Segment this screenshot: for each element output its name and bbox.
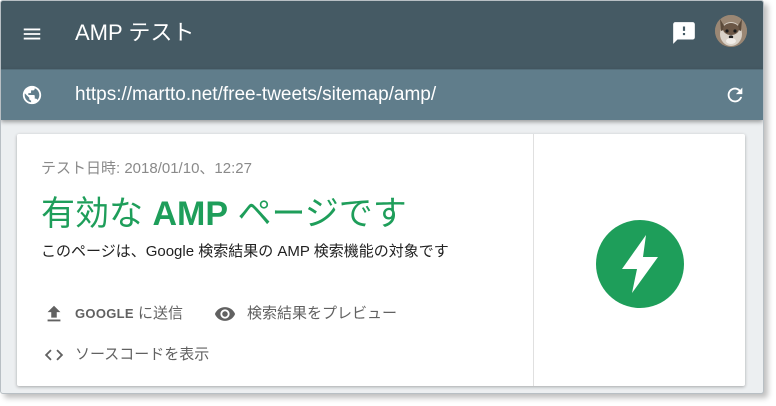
code-icon xyxy=(44,349,64,361)
globe-icon xyxy=(22,85,42,105)
submit-label-rest: に送信 xyxy=(133,305,184,322)
dog-avatar-image xyxy=(715,15,747,47)
menu-button[interactable] xyxy=(21,23,43,45)
result-heading: 有効な AMP ページです xyxy=(41,194,407,234)
result-card: テスト日時: 2018/01/10、12:27 有効な AMP ページです この… xyxy=(17,134,745,386)
app-window: AMP テスト https://martto.net/free-tweets/s… xyxy=(0,0,764,394)
url-display[interactable]: https://martto.net/free-tweets/sitemap/a… xyxy=(75,83,436,107)
view-source-button[interactable]: ソースコードを表示 xyxy=(43,344,209,366)
app-title: AMP テスト xyxy=(75,20,195,45)
url-bar: https://martto.net/free-tweets/sitemap/a… xyxy=(1,69,763,120)
result-heading-suffix: ページです xyxy=(228,195,407,233)
submit-label: GOOGLE に送信 xyxy=(75,305,183,323)
refresh-icon xyxy=(727,87,743,103)
submit-label-google: GOOGLE xyxy=(75,306,134,321)
eye-icon xyxy=(214,307,236,321)
result-details: テスト日時: 2018/01/10、12:27 有効な AMP ページです この… xyxy=(17,134,533,386)
result-heading-prefix: 有効な xyxy=(41,195,153,233)
view-source-label: ソースコードを表示 xyxy=(75,346,210,363)
preview-label: 検索結果をプレビュー xyxy=(247,305,398,322)
result-status-panel xyxy=(534,134,745,386)
feedback-button[interactable] xyxy=(671,20,697,46)
result-description: このページは、Google 検索結果の AMP 検索機能の対象です xyxy=(41,243,449,260)
amp-lightning-logo xyxy=(596,220,684,308)
refresh-button[interactable] xyxy=(724,84,746,106)
app-bar: AMP テスト xyxy=(1,1,763,69)
submit-to-google-button[interactable]: GOOGLE に送信 xyxy=(43,303,183,325)
upload-icon xyxy=(47,305,61,322)
result-heading-amp: AMP xyxy=(152,195,229,233)
feedback-icon xyxy=(673,22,695,44)
user-avatar[interactable] xyxy=(715,15,747,47)
preview-results-button[interactable]: 検索結果をプレビュー xyxy=(213,303,397,325)
test-timestamp: テスト日時: 2018/01/10、12:27 xyxy=(41,160,252,177)
hamburger-menu-icon xyxy=(23,28,41,40)
